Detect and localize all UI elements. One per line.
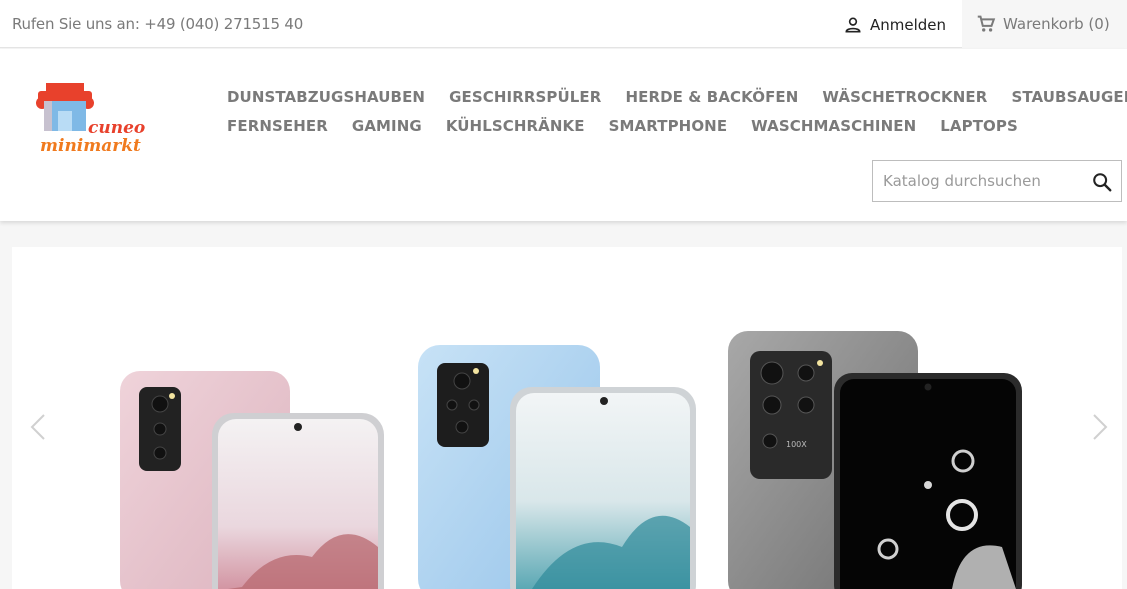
main-navigation: DUNSTABZUGSHAUBEN GESCHIRRSPÜLER HERDE &…: [227, 82, 1127, 140]
user-icon: [845, 17, 861, 33]
cart-button[interactable]: Warenkorb (0): [962, 0, 1127, 48]
logo-text-minimarkt: minimarkt: [40, 136, 141, 156]
search-icon[interactable]: [1091, 171, 1113, 193]
chevron-left-icon[interactable]: [26, 412, 50, 442]
image-slider: 100X: [12, 247, 1122, 589]
camera-zoom-badge: 100X: [786, 440, 807, 449]
nav-row-2: FERNSEHER GAMING KÜHLSCHRÄNKE SMARTPHONE…: [227, 111, 1097, 140]
slide-image-smartphones[interactable]: 100X: [12, 247, 1122, 589]
nav-item-waeschetrockner[interactable]: WÄSCHETROCKNER: [822, 88, 987, 106]
search-box: [872, 160, 1122, 202]
nav-item-dunstabzugshauben[interactable]: DUNSTABZUGSHAUBEN: [227, 88, 425, 106]
logo-text-cuneo: cuneo: [88, 118, 145, 138]
phone-pink-front: [212, 413, 384, 589]
nav-item-fernseher[interactable]: FERNSEHER: [227, 117, 328, 135]
search-input[interactable]: [873, 161, 1083, 201]
nav-item-waschmaschinen[interactable]: WASCHMASCHINEN: [751, 117, 916, 135]
nav-item-smartphone[interactable]: SMARTPHONE: [609, 117, 728, 135]
contact-phone-text: Rufen Sie uns an: +49 (040) 271515 40: [12, 15, 304, 33]
store-logo[interactable]: cuneo minimarkt: [30, 79, 155, 164]
nav-item-laptops[interactable]: LAPTOPS: [940, 117, 1018, 135]
top-bar: Rufen Sie uns an: +49 (040) 271515 40 An…: [0, 0, 1127, 48]
nav-item-staubsauger[interactable]: STAUBSAUGER: [1011, 88, 1127, 106]
nav-item-herde-backoefen[interactable]: HERDE & BACKÖFEN: [625, 88, 798, 106]
phone-gray-front: [834, 373, 1022, 589]
nav-item-gaming[interactable]: GAMING: [352, 117, 422, 135]
login-link[interactable]: Anmelden: [843, 14, 946, 36]
shopping-cart-icon: [977, 15, 996, 32]
chevron-right-icon[interactable]: [1088, 412, 1112, 442]
login-label: Anmelden: [870, 16, 947, 34]
nav-item-geschirrspueler[interactable]: GESCHIRRSPÜLER: [449, 88, 601, 106]
phone-blue-front: [510, 387, 696, 589]
cart-label: Warenkorb (0): [1003, 15, 1110, 33]
site-header: cuneo minimarkt DUNSTABZUGSHAUBEN GESCHI…: [0, 49, 1127, 221]
nav-row-1: DUNSTABZUGSHAUBEN GESCHIRRSPÜLER HERDE &…: [227, 82, 1127, 111]
nav-item-kuehlschraenke[interactable]: KÜHLSCHRÄNKE: [446, 117, 585, 135]
